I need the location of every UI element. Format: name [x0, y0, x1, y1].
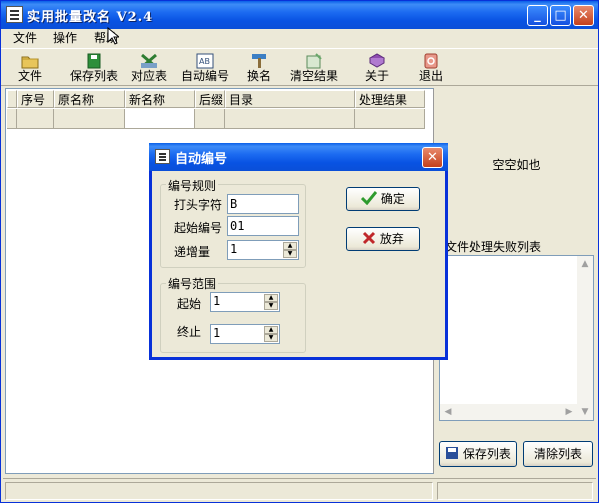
- toolbar-clear-results-label: 清空结果: [289, 69, 338, 83]
- scroll-down-arrow-icon[interactable]: ▼: [577, 404, 593, 420]
- cancel-button-label: 放弃: [379, 232, 404, 246]
- toolbar-exit-label: 退出: [418, 69, 443, 83]
- range-end-up-arrow-icon[interactable]: ▲: [264, 326, 278, 334]
- column-header-result[interactable]: 处理结果: [355, 90, 425, 108]
- dialog-app-icon: [155, 149, 170, 164]
- title-bar[interactable]: 实用批量改名 V2.4 _ □ ✕: [1, 1, 598, 29]
- increment-up-arrow-icon[interactable]: ▲: [283, 242, 297, 250]
- column-header-new-name[interactable]: 新名称: [125, 90, 195, 108]
- range-start-down-arrow-icon[interactable]: ▼: [264, 302, 278, 310]
- column-header-index[interactable]: 序号: [17, 90, 54, 108]
- toolbar-rename-label: 换名: [246, 69, 271, 83]
- range-end-down-arrow-icon[interactable]: ▼: [264, 334, 278, 342]
- toolbar-about-button[interactable]: 关于: [363, 51, 391, 85]
- close-button[interactable]: ✕: [573, 5, 594, 26]
- save-icon: [87, 53, 101, 69]
- toolbar-clear-results-button[interactable]: 清空结果: [287, 51, 341, 85]
- mouse-pointer-icon: [107, 27, 119, 45]
- horizontal-scrollbar[interactable]: ◀ ▶: [440, 404, 577, 420]
- toolbar-about-label: 关于: [364, 69, 389, 83]
- dialog-title: 自动编号: [175, 152, 228, 167]
- table-row-indicator: [7, 109, 17, 129]
- right-panel: 空空如也 文件处理失败列表 ▲ ▼ ◀ ▶ 保存列表 清除列表: [437, 88, 596, 474]
- toolbar-auto-number-button[interactable]: AB 自动编号: [178, 51, 232, 85]
- save-fail-list-label: 保存列表: [462, 447, 511, 461]
- toolbar-auto-number-label: 自动编号: [180, 69, 229, 83]
- cancel-button[interactable]: 放弃: [346, 227, 420, 251]
- toolbar-mapping-table-label: 对应表: [130, 69, 167, 83]
- toolbar-rename-button[interactable]: 换名: [245, 51, 273, 85]
- start-number-label: 起始编号: [174, 221, 223, 235]
- status-panel-left: [5, 482, 433, 500]
- svg-text:AB: AB: [199, 57, 210, 66]
- table-cell[interactable]: [125, 109, 195, 129]
- start-number-input[interactable]: 01: [227, 216, 299, 236]
- numbering-range-group-label: 编号范围: [166, 275, 219, 292]
- clear-icon: [306, 53, 322, 69]
- menu-file[interactable]: 文件: [13, 30, 37, 46]
- x-mark-icon: [363, 231, 376, 245]
- fail-list-title: 文件处理失败列表: [445, 240, 542, 254]
- range-start-up-arrow-icon[interactable]: ▲: [264, 294, 278, 302]
- auto-number-dialog: 自动编号 ✕ 编号规则 打头字符 B 起始编号 01 递增量 1 ▲ ▼ 编号范…: [149, 143, 448, 360]
- menu-operate[interactable]: 操作: [53, 30, 77, 46]
- empty-placeholder-text: 空空如也: [492, 158, 541, 172]
- auto-number-icon: AB: [196, 53, 214, 69]
- table-header-corner: [7, 90, 17, 108]
- table-cell[interactable]: [195, 109, 225, 129]
- status-panel-right: [437, 482, 593, 500]
- scroll-left-arrow-icon[interactable]: ◀: [440, 404, 456, 420]
- status-bar: [3, 478, 596, 500]
- menu-bar: 文件 操作 帮助: [1, 29, 598, 47]
- maximize-button[interactable]: □: [550, 5, 571, 26]
- range-start-stepper[interactable]: 1 ▲ ▼: [210, 292, 280, 312]
- scroll-right-arrow-icon[interactable]: ▶: [561, 404, 577, 420]
- dialog-close-button[interactable]: ✕: [422, 147, 443, 168]
- range-end-label: 终止: [177, 325, 202, 339]
- range-start-value: 1: [213, 294, 221, 308]
- column-header-directory[interactable]: 目录: [225, 90, 355, 108]
- toolbar: 文件 保存列表 对应表 AB 自动编号 换名 清空结果 关于 退出: [1, 48, 598, 86]
- toolbar-exit-button[interactable]: 退出: [417, 51, 445, 85]
- dialog-title-bar[interactable]: 自动编号 ✕: [149, 143, 448, 171]
- table-cell[interactable]: [17, 109, 54, 129]
- scroll-up-arrow-icon[interactable]: ▲: [577, 256, 593, 272]
- checkmark-icon: [361, 191, 378, 206]
- toolbar-file-button[interactable]: 文件: [15, 51, 45, 85]
- ok-button-label: 确定: [380, 192, 405, 206]
- window-title: 实用批量改名 V2.4: [27, 10, 154, 25]
- toolbar-save-list-button[interactable]: 保存列表: [67, 51, 121, 85]
- column-header-original-name[interactable]: 原名称: [54, 90, 125, 108]
- save-fail-list-button[interactable]: 保存列表: [439, 441, 517, 467]
- vertical-scrollbar[interactable]: ▲ ▼: [577, 256, 593, 420]
- minimize-button[interactable]: _: [527, 5, 548, 26]
- table-cell[interactable]: [54, 109, 125, 129]
- increment-stepper[interactable]: 1 ▲ ▼: [227, 240, 299, 260]
- increment-label: 递增量: [174, 245, 211, 259]
- app-icon[interactable]: [6, 6, 23, 23]
- folder-icon: [21, 56, 39, 69]
- book-icon: [368, 53, 386, 68]
- prefix-label: 打头字符: [174, 198, 223, 212]
- toolbar-save-list-label: 保存列表: [69, 69, 118, 83]
- toolbar-file-label: 文件: [17, 69, 42, 83]
- fail-list[interactable]: ▲ ▼ ◀ ▶: [439, 255, 594, 421]
- column-header-extension[interactable]: 后缀: [195, 90, 225, 108]
- clear-fail-list-button[interactable]: 清除列表: [523, 441, 593, 467]
- table-cell[interactable]: [355, 109, 425, 129]
- increment-value: 1: [230, 242, 238, 256]
- rename-icon: [252, 54, 266, 68]
- ok-button[interactable]: 确定: [346, 187, 420, 211]
- table-cell[interactable]: [225, 109, 355, 129]
- numbering-rule-group-label: 编号规则: [166, 177, 219, 194]
- save-icon: [446, 447, 459, 459]
- increment-down-arrow-icon[interactable]: ▼: [283, 250, 297, 258]
- toolbar-mapping-table-button[interactable]: 对应表: [128, 51, 170, 85]
- range-end-stepper[interactable]: 1 ▲ ▼: [210, 324, 280, 344]
- prefix-input[interactable]: B: [227, 194, 299, 214]
- exit-icon: [424, 53, 438, 69]
- range-end-value: 1: [213, 326, 221, 340]
- range-start-label: 起始: [177, 297, 202, 311]
- table-icon: [141, 53, 157, 69]
